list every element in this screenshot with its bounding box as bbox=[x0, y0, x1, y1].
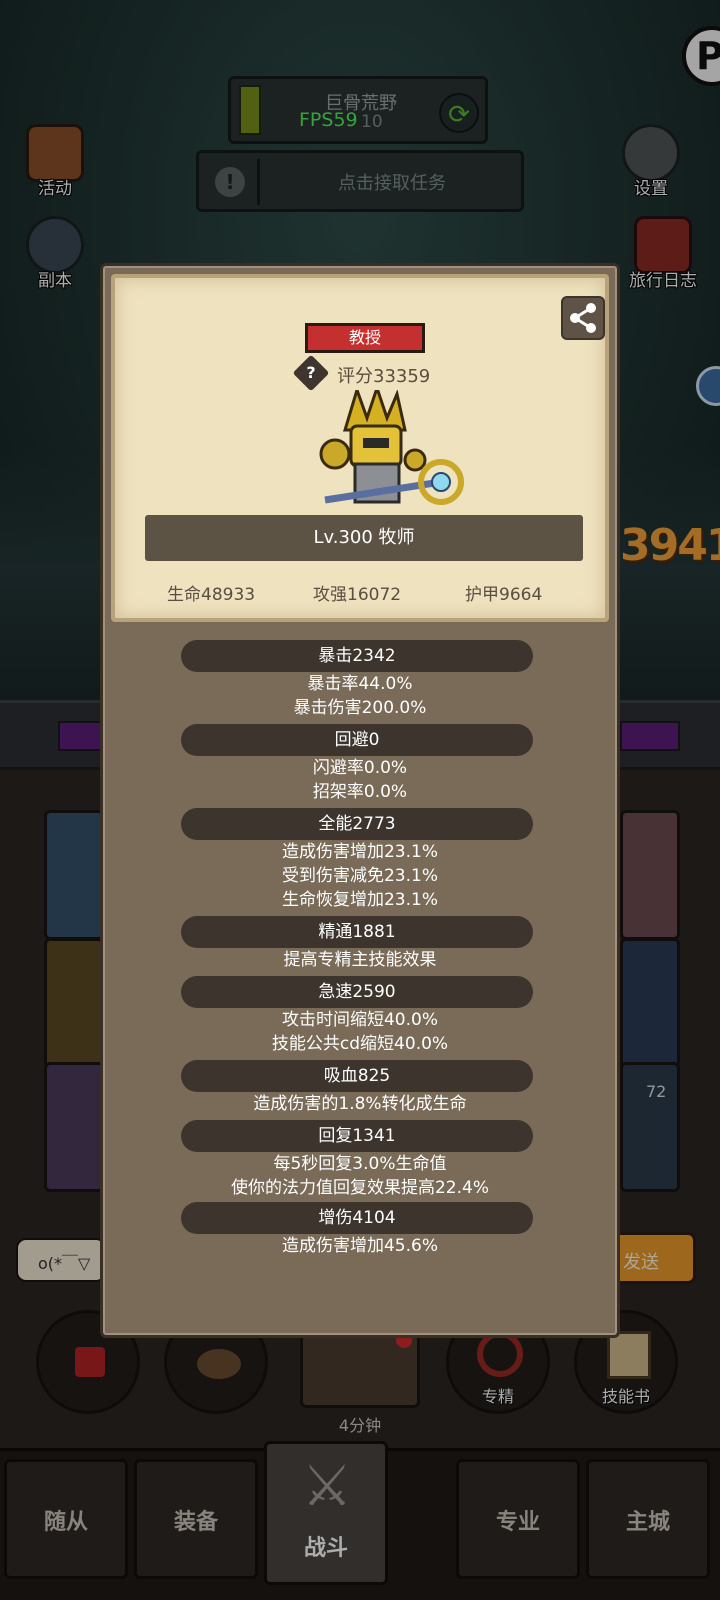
stat-line: 暴击率44.0% bbox=[307, 674, 413, 694]
stat-health: 生命48933 bbox=[167, 585, 256, 605]
title-badge: 教授 bbox=[305, 323, 425, 353]
stat-header-versatility: 全能2773 bbox=[181, 808, 533, 840]
stat-header-damage-bonus: 增伤4104 bbox=[181, 1202, 533, 1234]
stat-line: 提高专精主技能效果 bbox=[283, 950, 437, 970]
share-icon bbox=[570, 303, 596, 333]
stat-header-lifesteal: 吸血825 bbox=[181, 1060, 533, 1092]
hero-score: 评分33359 bbox=[337, 366, 431, 387]
stat-header-avoidance: 回避0 bbox=[181, 724, 533, 756]
stat-line: 造成伤害增加45.6% bbox=[281, 1236, 438, 1256]
stat-line: 造成伤害的1.8%转化成生命 bbox=[253, 1094, 467, 1114]
stat-line: 攻击时间缩短40.0% bbox=[281, 1010, 438, 1030]
hero-level-class: Lv.300 牧师 bbox=[145, 515, 583, 561]
stat-header-regen: 回复1341 bbox=[181, 1120, 533, 1152]
stat-line: 使你的法力值回复效果提高22.4% bbox=[230, 1178, 489, 1198]
stat-attack-power: 攻强16072 bbox=[313, 585, 402, 605]
hero-portrait bbox=[319, 390, 464, 505]
hero-stats-dialog: 教授 ? 评分33359 Lv.300 牧师 生命48933 攻强16072 护… bbox=[100, 263, 620, 1338]
stat-line: 暴击伤害200.0% bbox=[293, 698, 427, 718]
stat-line: 闪避率0.0% bbox=[312, 758, 408, 778]
stat-line: 招架率0.0% bbox=[312, 782, 408, 802]
stat-header-mastery: 精通1881 bbox=[181, 916, 533, 948]
stat-line: 生命恢复增加23.1% bbox=[281, 890, 438, 910]
share-button[interactable] bbox=[561, 296, 605, 340]
stat-line: 每5秒回复3.0%生命值 bbox=[273, 1154, 447, 1174]
stat-header-crit: 暴击2342 bbox=[181, 640, 533, 672]
stat-line: 技能公共cd缩短40.0% bbox=[271, 1034, 449, 1054]
help-icon[interactable]: ? bbox=[292, 354, 330, 392]
stat-header-haste: 急速2590 bbox=[181, 976, 533, 1008]
stat-line: 造成伤害增加23.1% bbox=[281, 842, 438, 862]
stat-line: 受到伤害减免23.1% bbox=[281, 866, 438, 886]
hero-card: 教授 ? 评分33359 Lv.300 牧师 生命48933 攻强16072 护… bbox=[111, 274, 609, 622]
stat-armor: 护甲9664 bbox=[465, 585, 543, 605]
